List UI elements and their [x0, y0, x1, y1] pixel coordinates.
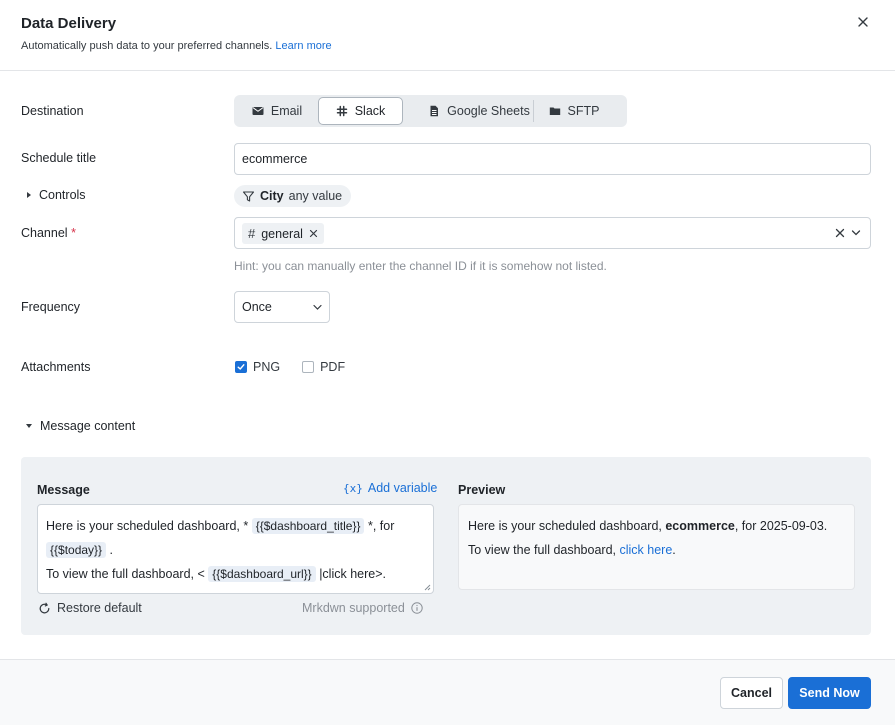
pdf-checkbox[interactable]	[302, 361, 315, 373]
folder-icon	[549, 107, 560, 115]
slack-icon	[336, 105, 347, 117]
destination-option-google-sheets[interactable]: Google Sheets	[425, 97, 533, 125]
caret-down-icon	[26, 424, 32, 428]
frequency-value: Once	[242, 300, 272, 314]
chevron-down-icon[interactable]	[851, 229, 861, 237]
channel-label: Channel *	[21, 226, 76, 240]
mail-icon	[252, 107, 264, 115]
caret-right-icon	[27, 192, 31, 198]
info-icon[interactable]	[411, 602, 423, 614]
checkmark-icon	[237, 364, 245, 370]
hash-icon: #	[248, 226, 256, 241]
city-filter-pill[interactable]: City any value	[234, 185, 352, 207]
message-editor[interactable]: Here is your scheduled dashboard, * {{$d…	[37, 504, 434, 594]
close-icon[interactable]	[856, 15, 870, 29]
mrkdwn-text: Mrkdwn supported	[302, 601, 405, 615]
add-variable-button[interactable]: {x} Add variable	[343, 481, 437, 495]
filter-icon	[242, 190, 255, 202]
destination-segmented-control: Email Slack Google Sheets SFTP	[234, 95, 627, 127]
destination-option-sftp[interactable]: SFTP	[534, 97, 614, 125]
message-text: |click here>.	[319, 567, 387, 581]
preview-text: Here is your scheduled dashboard,	[468, 519, 662, 533]
message-content-label: Message content	[40, 419, 136, 433]
schedule-title-input[interactable]	[234, 143, 871, 175]
send-now-button[interactable]: Send Now	[788, 677, 871, 709]
controls-toggle[interactable]: Controls	[21, 188, 86, 202]
modal-subtitle: Automatically push data to your preferre…	[21, 40, 332, 52]
pdf-label: PDF	[320, 360, 346, 374]
modal-header: Data Delivery Automatically push data to…	[0, 0, 895, 71]
controls-label: Controls	[39, 188, 86, 202]
variable-token: {{$today}}	[46, 542, 107, 558]
learn-more-link[interactable]: Learn more	[275, 40, 331, 52]
frequency-label: Frequency	[21, 300, 81, 314]
restore-default-label: Restore default	[57, 601, 142, 615]
preview-text: , for 2025-09-03.	[734, 519, 828, 533]
chevron-down-icon	[313, 304, 322, 310]
channel-chip-general: # general	[242, 223, 324, 244]
email-option-label: Email	[270, 104, 303, 118]
destination-option-slack[interactable]: Slack	[318, 97, 403, 125]
modal-title: Data Delivery	[21, 15, 117, 32]
destination-label: Destination	[21, 104, 84, 118]
channel-label-text: Channel	[21, 226, 68, 240]
destination-option-email[interactable]: Email	[236, 97, 318, 125]
add-variable-label: Add variable	[367, 481, 438, 495]
variable-token: {{$dashboard_url}}	[208, 566, 316, 582]
preview-dashboard-title: ecommerce	[665, 519, 735, 533]
png-label: PNG	[253, 360, 281, 374]
channel-chip-label: general	[261, 226, 303, 241]
message-text: *, for	[367, 519, 395, 533]
channel-multiselect[interactable]: # general	[234, 217, 871, 249]
required-mark: *	[71, 226, 76, 240]
sftp-option-label: SFTP	[567, 104, 600, 118]
message-text: Here is your scheduled dashboard, *	[46, 519, 249, 533]
message-text: To view the full dashboard, <	[46, 567, 205, 581]
google-sheets-option-label: Google Sheets	[447, 104, 530, 118]
attachments-label: Attachments	[21, 360, 91, 374]
variable-token: {{$dashboard_title}}	[251, 518, 365, 534]
subtitle-text: Automatically push data to your preferre…	[21, 40, 273, 52]
preview-link[interactable]: click here	[620, 543, 673, 557]
message-preview: Here is your scheduled dashboard, ecomme…	[458, 504, 855, 590]
attachments-options: PNG PDF	[235, 360, 345, 374]
message-content-panel: Message {x} Add variable Here is your sc…	[21, 457, 871, 635]
message-text: .	[109, 543, 114, 557]
message-label: Message	[37, 483, 90, 497]
preview-text: .	[672, 543, 676, 557]
resize-handle-icon[interactable]	[423, 583, 431, 591]
png-checkbox[interactable]	[235, 361, 247, 373]
message-content-toggle[interactable]: Message content	[21, 419, 135, 433]
mrkdwn-note: Mrkdwn supported	[302, 601, 423, 615]
filter-name: City	[260, 189, 284, 203]
preview-label: Preview	[458, 483, 506, 497]
frequency-select[interactable]: Once	[234, 291, 330, 323]
preview-text: To view the full dashboard,	[468, 543, 617, 557]
modal-footer: Cancel Send Now	[0, 659, 895, 725]
restore-default-button[interactable]: Restore default	[38, 601, 142, 615]
refresh-icon	[39, 602, 50, 613]
variable-icon: {x}	[343, 481, 363, 495]
channel-hint: Hint: you can manually enter the channel…	[234, 259, 607, 273]
clear-icon[interactable]	[835, 228, 845, 238]
spreadsheet-icon	[430, 105, 439, 117]
slack-option-label: Slack	[354, 104, 386, 118]
cancel-button[interactable]: Cancel	[720, 677, 783, 709]
filter-value: any value	[288, 189, 343, 203]
remove-chip-icon[interactable]	[309, 229, 318, 238]
schedule-title-label: Schedule title	[21, 151, 97, 165]
